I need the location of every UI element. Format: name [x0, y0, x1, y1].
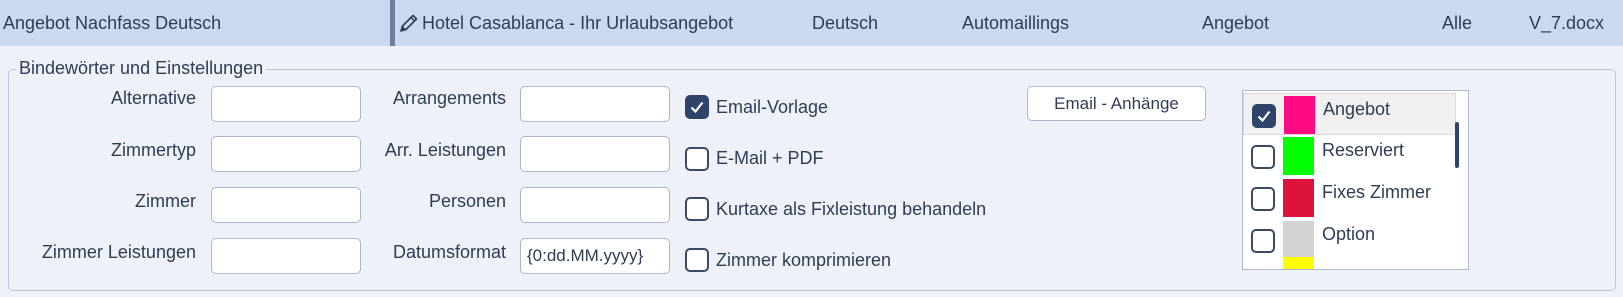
template-scope: Alle — [1442, 13, 1473, 33]
status-item-angebot[interactable]: Angebot — [1243, 93, 1456, 135]
status-fixes-zimmer-checkbox[interactable] — [1251, 187, 1275, 211]
zimmer-leistungen-label: Zimmer Leistungen — [41, 242, 196, 262]
pencil-icon[interactable] — [398, 12, 420, 34]
kurtaxe-fixleistung-checkbox[interactable] — [685, 197, 709, 221]
zimmer-input[interactable] — [211, 187, 361, 223]
arr-leistungen-label: Arr. Leistungen — [384, 140, 506, 160]
zimmer-label: Zimmer — [135, 191, 196, 211]
email-pdf-checkbox[interactable] — [685, 147, 709, 171]
template-type: Angebot — [1202, 13, 1270, 33]
status-color-swatch — [1283, 257, 1314, 269]
column-separator[interactable] — [390, 0, 395, 46]
email-pdf-label: E-Mail + PDF — [716, 148, 824, 168]
status-color-swatch — [1283, 137, 1314, 175]
template-file: V_7.docx — [1529, 13, 1605, 33]
personen-input[interactable] — [520, 187, 670, 223]
alternative-label: Alternative — [110, 88, 196, 108]
zimmer-leistungen-input[interactable] — [211, 238, 361, 274]
zimmer-komprimieren-checkbox[interactable] — [685, 248, 709, 272]
zimmertyp-label: Zimmertyp — [111, 140, 196, 160]
status-item-partial[interactable] — [1243, 257, 1468, 269]
template-language: Deutsch — [812, 13, 879, 33]
status-list-scrollbar[interactable] — [1455, 122, 1459, 168]
status-item-option[interactable]: Option — [1243, 219, 1468, 261]
personen-label: Personen — [428, 191, 506, 211]
status-color-swatch — [1283, 221, 1314, 259]
email-subject: Hotel Casablanca - Ihr Urlaubsangebot — [422, 13, 734, 33]
status-name: Reserviert — [1322, 140, 1405, 160]
zimmer-komprimieren-label: Zimmer komprimieren — [716, 250, 892, 270]
status-color-swatch — [1284, 96, 1315, 134]
arrangements-input[interactable] — [520, 86, 670, 122]
template-header-row[interactable]: Angebot Nachfass Deutsch Hotel Casablanc… — [0, 0, 1623, 46]
status-name: Option — [1322, 224, 1376, 244]
status-option-checkbox[interactable] — [1251, 229, 1275, 253]
email-vorlage-checkbox[interactable] — [685, 95, 709, 119]
status-angebot-checkbox[interactable] — [1252, 104, 1276, 128]
status-item-reserviert[interactable]: Reserviert — [1243, 135, 1468, 177]
alternative-input[interactable] — [211, 86, 361, 122]
kurtaxe-fixleistung-label: Kurtaxe als Fixleistung behandeln — [716, 199, 987, 219]
datumsformat-label: Datumsformat — [392, 242, 506, 262]
arr-leistungen-input[interactable] — [520, 136, 670, 172]
status-name: Fixes Zimmer — [1322, 182, 1431, 202]
groupbox-title: Bindewörter und Einstellungen — [16, 57, 267, 79]
arrangements-label: Arrangements — [392, 88, 506, 108]
template-name: Angebot Nachfass Deutsch — [3, 13, 222, 33]
email-attachments-button[interactable]: Email - Anhänge — [1027, 86, 1206, 121]
status-reserviert-checkbox[interactable] — [1251, 145, 1275, 169]
template-category: Automaillings — [962, 13, 1070, 33]
check-icon — [690, 101, 704, 114]
zimmertyp-input[interactable] — [211, 136, 361, 172]
datumsformat-input[interactable] — [520, 238, 670, 274]
status-item-fixes-zimmer[interactable]: Fixes Zimmer — [1243, 177, 1468, 219]
status-name: Angebot — [1323, 99, 1391, 119]
check-icon — [1257, 110, 1271, 123]
email-vorlage-label: Email-Vorlage — [716, 97, 829, 117]
status-list[interactable]: Angebot Reserviert Fixes Zimmer Option — [1242, 90, 1469, 270]
status-color-swatch — [1283, 179, 1314, 217]
